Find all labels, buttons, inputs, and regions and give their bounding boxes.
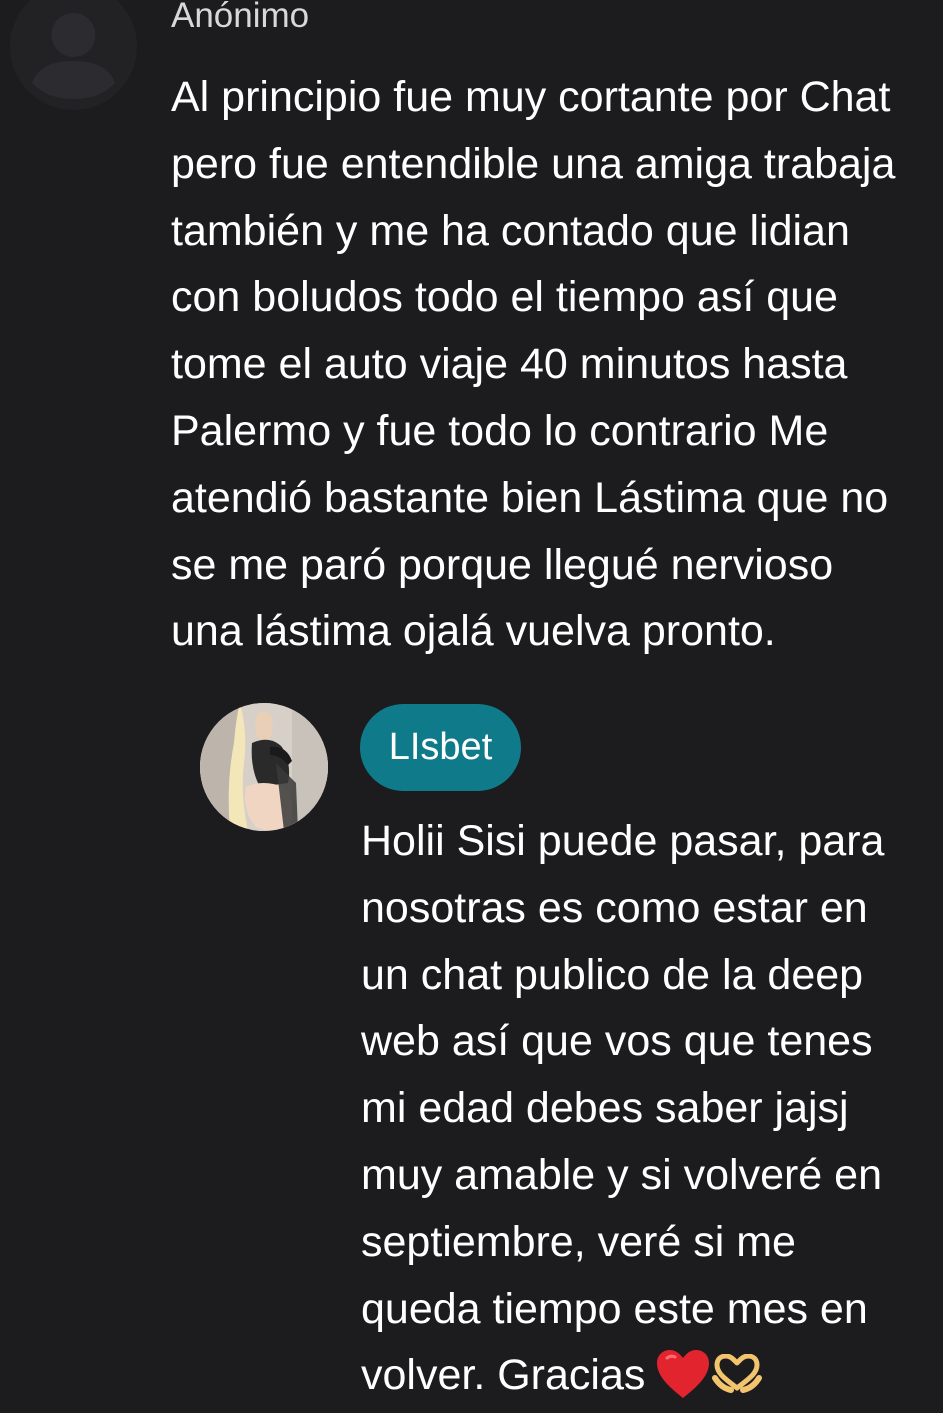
reply-body: Holii Sisi puede pasar, para nosotras es… (361, 817, 885, 1400)
anonymous-avatar (10, 0, 137, 110)
comment-body: Al principio fue muy cortante por Chat p… (171, 73, 896, 656)
red-heart-icon (655, 1348, 711, 1405)
heart-hands-icon (711, 1353, 763, 1399)
profile-photo (200, 703, 328, 831)
reply-author-avatar[interactable] (200, 703, 328, 831)
comment-author-name: Anónimo (171, 0, 310, 35)
reply-emojis (655, 1348, 763, 1404)
reply-author-badge[interactable]: LIsbet (360, 704, 521, 791)
person-placeholder-icon (10, 0, 137, 110)
